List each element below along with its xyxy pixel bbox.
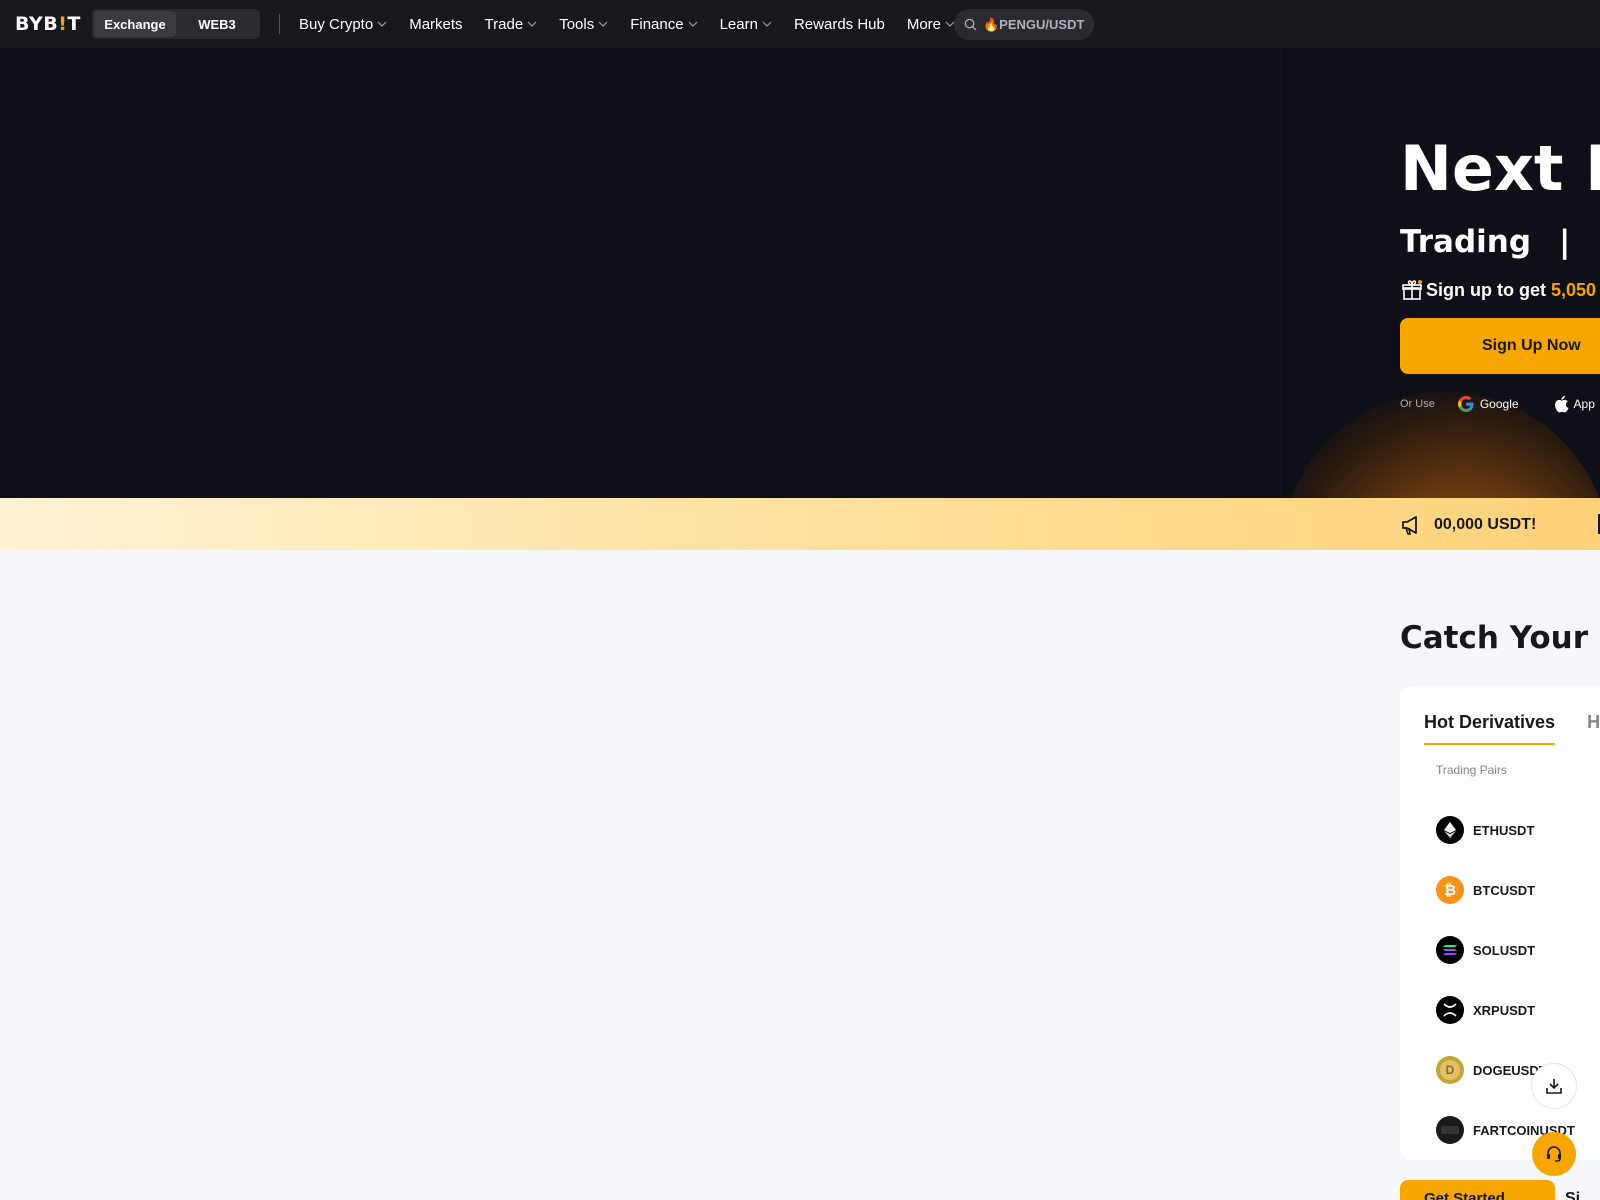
apple-login-button[interactable]: App [1553,395,1595,413]
table-row[interactable]: ETHUSDT [1436,800,1600,860]
pair-name: XRPUSDT [1473,1002,1536,1018]
headset-icon [1547,1146,1561,1162]
nav-label: Finance [630,15,684,33]
logo-text-end: T [67,13,81,35]
hero-divider [1280,48,1281,498]
get-started-button[interactable]: Get Started [1400,1180,1555,1200]
chevron-down-icon [598,21,608,27]
nav-label: Learn [719,15,758,33]
logo-text: BYB [15,13,59,35]
hero-section: Next Le Trading|Ea Sign up to get 5,050 … [0,48,1600,498]
nav-divider [279,14,280,34]
table-row[interactable]: XRPUSDT [1436,980,1600,1040]
nav-label: Buy Crypto [299,15,374,33]
switch-web3[interactable]: WEB3 [176,11,258,37]
chevron-down-icon [688,21,698,27]
chevron-down-icon [377,21,387,27]
search-placeholder: 🔥PENGU/USDT [983,16,1085,32]
top-nav: BYB!T Exchange WEB3 Buy Crypto Markets T… [0,0,1600,48]
megaphone-icon [1402,516,1417,535]
search-input[interactable]: 🔥PENGU/USDT [954,9,1094,40]
nav-label: More [906,15,942,33]
nav-trade[interactable]: Trade [485,16,538,33]
nav-menu: Buy Crypto Markets Trade Tools Finance L… [299,0,977,48]
google-icon [1457,396,1474,412]
search-icon [964,18,977,31]
hero-promo: Sign up to get 5,050 i [1400,278,1600,302]
nav-tools[interactable]: Tools [559,16,608,33]
pair-name: ETHUSDT [1473,822,1535,838]
download-app-button[interactable] [1531,1063,1577,1109]
nav-buy-crypto[interactable]: Buy Crypto [299,16,387,33]
nav-label: Rewards Hub [793,15,885,33]
tab-hot-coins[interactable]: Ho [1587,712,1600,745]
download-icon [1546,1079,1562,1094]
hero-sub-trading: Trading [1400,224,1532,260]
nav-rewards-hub[interactable]: Rewards Hub [794,16,885,33]
table-row[interactable]: SOLUSDT [1436,920,1600,980]
eth-icon [1436,816,1464,844]
sol-icon [1436,936,1464,964]
announcement-item[interactable]: 00,000 USDT! [1400,514,1536,536]
bybit-logo[interactable]: BYB!T [15,13,81,35]
or-use-label: Or Use [1400,398,1435,410]
nav-markets[interactable]: Markets [409,16,462,33]
pair-name: SOLUSDT [1473,942,1536,958]
nav-label: Markets [409,15,463,33]
hero-title: Next Le [1400,132,1600,205]
apple-icon [1554,395,1568,413]
trading-pairs-list: ETHUSDT ₿ BTCUSDT SOLUSDT XRPUSDT D DOGE… [1436,800,1600,1160]
announcement-text: 00,000 USDT! [1434,516,1537,533]
nav-learn[interactable]: Learn [720,16,772,33]
google-label: Google [1479,397,1519,411]
xrp-icon [1436,996,1464,1024]
customer-support-button[interactable] [1532,1132,1576,1176]
switch-exchange[interactable]: Exchange [94,11,176,37]
gift-icon [1402,280,1422,300]
promo-prefix: Sign up to get [1426,279,1546,300]
table-row[interactable]: ₿ BTCUSDT [1436,860,1600,920]
column-header-trading-pairs: Trading Pairs [1436,763,1507,777]
doge-icon: D [1436,1056,1464,1084]
hero-sub-pipe: | [1559,224,1571,260]
logo-accent: ! [58,13,68,35]
btc-icon: ₿ [1436,876,1464,904]
hero-subtitle: Trading|Ea [1400,224,1600,260]
nav-label: Trade [484,15,524,33]
sign-in-link[interactable]: Si [1565,1190,1580,1200]
apple-label: App [1573,397,1595,411]
fartcoin-icon [1436,1116,1464,1144]
announcement-bar: 00,000 USDT! [0,498,1600,550]
market-tabs: Hot Derivatives Ho [1424,712,1600,745]
chevron-down-icon [527,21,537,27]
google-login-button[interactable]: Google [1457,395,1519,413]
pair-name: BTCUSDT [1473,882,1536,898]
tab-hot-derivatives[interactable]: Hot Derivatives [1424,712,1556,745]
social-login: Or Use Google App [1400,395,1595,413]
nav-label: Tools [559,15,595,33]
promo-amount: 5,050 [1550,279,1597,300]
exchange-web3-switch: Exchange WEB3 [92,9,260,39]
chevron-down-icon [762,21,772,27]
section-title: Catch Your Ne [1400,620,1600,656]
nav-finance[interactable]: Finance [630,15,698,33]
sign-up-button[interactable]: Sign Up Now [1400,318,1600,374]
nav-more[interactable]: More [907,16,955,33]
